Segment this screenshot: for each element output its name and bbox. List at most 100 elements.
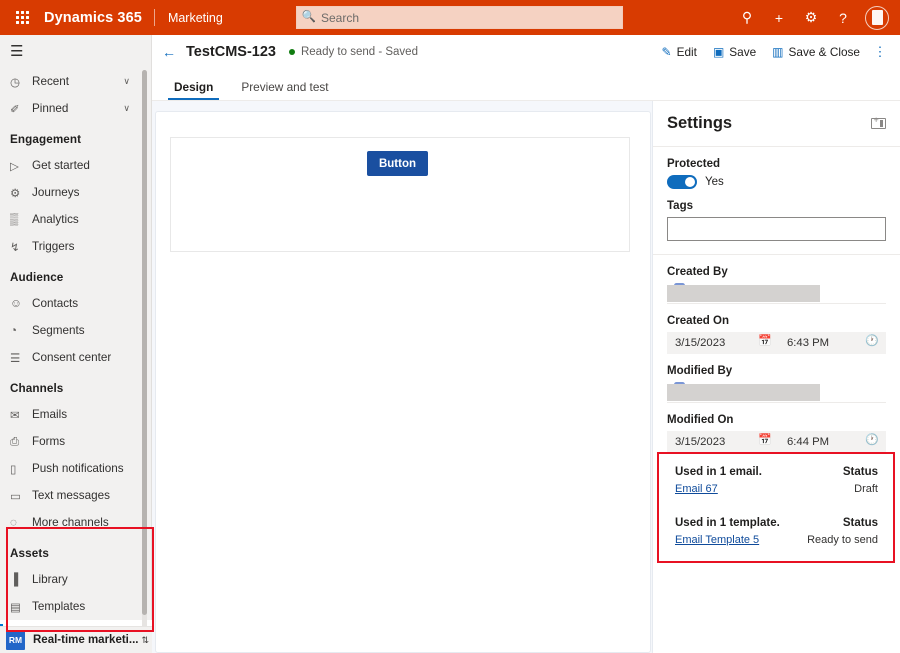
sidebar-item-analytics[interactable]: ▒ Analytics — [0, 206, 152, 233]
library-icon: ▐ — [10, 573, 32, 586]
forms-icon: ⎙ — [10, 435, 32, 449]
sidebar-item-pinned[interactable]: ✐ Pinned ∨ — [0, 95, 152, 122]
used-in-template-row: Email Template 5 Ready to send — [675, 534, 878, 546]
settings-panel: Settings Protected Yes Tags Created By C… — [652, 101, 900, 653]
modified-on-date-input[interactable]: 3/15/2023 📅 — [667, 431, 779, 453]
created-by-value[interactable] — [667, 283, 886, 304]
consent-icon: ☰ — [10, 351, 32, 365]
used-in-template-status: Ready to send — [807, 534, 878, 546]
save-button-label: Save — [729, 45, 756, 59]
sidebar-item-label: Library — [32, 573, 68, 586]
edit-button[interactable]: ✎ Edit — [654, 38, 705, 66]
modified-by-label: Modified By — [667, 365, 886, 377]
hamburger-icon: ☰ — [10, 44, 23, 59]
chevron-down-icon[interactable]: ∨ — [123, 76, 130, 87]
sidebar-item-label: Forms — [32, 435, 65, 448]
save-close-icon: ▥ — [772, 45, 783, 59]
used-in-email-row: Email 67 Draft — [675, 483, 878, 495]
save-and-close-button[interactable]: ▥ Save & Close — [764, 38, 868, 66]
nav-scrollbar[interactable] — [142, 70, 147, 648]
brand-title[interactable]: Dynamics 365 — [44, 10, 154, 26]
lightbulb-icon[interactable]: ⚲ — [732, 3, 762, 33]
cta-button[interactable]: Button — [367, 151, 428, 176]
avatar[interactable] — [860, 0, 894, 35]
clock-icon: 🕐 — [865, 336, 879, 347]
sidebar-item-emails[interactable]: ✉ Emails — [0, 401, 152, 428]
protected-toggle[interactable] — [667, 175, 697, 189]
used-in-template-link[interactable]: Email Template 5 — [675, 534, 759, 546]
page-title: TestCMS-123 — [186, 44, 276, 60]
tags-field: Tags — [653, 189, 900, 241]
sidebar-item-triggers[interactable]: ↯ Triggers — [0, 233, 152, 260]
used-in-email-link[interactable]: Email 67 — [675, 483, 718, 495]
segments-icon: ◔ — [10, 324, 32, 337]
app-root: Dynamics 365 Marketing 🔍 ⚲ + ⚙ ? ☰ ◷ Rec… — [0, 0, 900, 653]
sidebar-item-templates[interactable]: ▤ Templates — [0, 593, 152, 620]
modified-on-date-value: 3/15/2023 — [675, 436, 725, 448]
sidebar-item-recent[interactable]: ◷ Recent ∨ — [0, 68, 152, 95]
phone-icon: ▯ — [10, 462, 32, 476]
search-input[interactable] — [321, 11, 606, 25]
sidebar-item-journeys[interactable]: ⚙ Journeys — [0, 179, 152, 206]
nav-group-audience: Audience — [0, 260, 152, 290]
sidebar-item-label: Templates — [32, 600, 85, 613]
modified-on-time-input[interactable]: 6:44 PM 🕐 — [779, 431, 886, 453]
back-arrow-icon[interactable]: ← — [152, 44, 186, 60]
save-button[interactable]: ▣ Save — [705, 38, 764, 66]
sidebar-item-get-started[interactable]: ▷ Get started — [0, 152, 152, 179]
sidebar-item-label: More channels — [32, 516, 109, 529]
help-icon[interactable]: ? — [828, 3, 858, 33]
collapse-panel-icon[interactable] — [871, 118, 886, 129]
nav-group-assets: Assets — [0, 536, 152, 566]
sidebar-item-label: Contacts — [32, 297, 78, 310]
gear-icon[interactable]: ⚙ — [796, 3, 826, 33]
created-on-date-input[interactable]: 3/15/2023 📅 — [667, 332, 779, 354]
nav-collapse-icon[interactable]: ☰ — [0, 35, 151, 68]
plus-icon[interactable]: + — [764, 3, 794, 33]
top-bar-actions: ⚲ + ⚙ ? — [732, 0, 894, 35]
overflow-menu-icon[interactable]: ⋮ — [868, 44, 892, 60]
used-in-email-status: Draft — [854, 483, 878, 495]
journeys-icon: ⚙ — [10, 186, 32, 200]
left-navigation: ☰ ◷ Recent ∨ ✐ Pinned ∨ Engagement ▷ Get… — [0, 35, 152, 653]
used-in-email-title: Used in 1 email. — [675, 466, 762, 478]
tags-label: Tags — [667, 200, 886, 212]
command-bar: ← TestCMS-123 Ready to send - Saved ✎ Ed… — [152, 35, 900, 69]
used-in-section: Used in 1 email. Status Email 67 Draft U… — [667, 453, 886, 556]
modified-by-value[interactable] — [667, 382, 886, 403]
play-icon: ▷ — [10, 159, 32, 173]
used-in-status-header: Status — [843, 466, 878, 478]
sidebar-item-consent-center[interactable]: ☰ Consent center — [0, 344, 152, 371]
tab-design[interactable]: Design — [168, 80, 219, 100]
sidebar-item-library[interactable]: ▐ Library — [0, 566, 152, 593]
sidebar-item-push-notifications[interactable]: ▯ Push notifications — [0, 455, 152, 482]
sidebar-item-forms[interactable]: ⎙ Forms — [0, 428, 152, 455]
redaction-block — [667, 384, 820, 401]
app-launcher-icon[interactable] — [0, 0, 44, 35]
sidebar-item-label: Emails — [32, 408, 67, 421]
created-on-time-input[interactable]: 6:43 PM 🕐 — [779, 332, 886, 354]
app-switcher[interactable]: RM Real-time marketi... ⇅ — [0, 626, 152, 653]
sidebar-item-text-messages[interactable]: ▭ Text messages — [0, 482, 152, 509]
chevron-down-icon[interactable]: ∨ — [123, 103, 130, 114]
created-on-date-value: 3/15/2023 — [675, 337, 725, 349]
content-block-region[interactable]: Button — [170, 137, 630, 252]
sidebar-item-label: Push notifications — [32, 462, 124, 475]
created-by-label: Created By — [667, 266, 886, 278]
protected-label: Protected — [667, 158, 886, 170]
modified-on-field: Modified On 3/15/2023 📅 6:44 PM 🕐 — [653, 403, 900, 453]
modified-on-label: Modified On — [667, 414, 886, 426]
person-icon: ☺ — [10, 297, 32, 310]
global-search[interactable]: 🔍 — [296, 6, 623, 29]
sidebar-item-more-channels[interactable]: ◌ More channels — [0, 509, 152, 536]
triggers-icon: ↯ — [10, 240, 32, 254]
top-navigation-bar: Dynamics 365 Marketing 🔍 ⚲ + ⚙ ? — [0, 0, 900, 35]
tags-input[interactable] — [667, 217, 886, 241]
redaction-block — [667, 285, 820, 302]
sidebar-item-contacts[interactable]: ☺ Contacts — [0, 290, 152, 317]
nav-group-channels: Channels — [0, 371, 152, 401]
design-canvas[interactable]: Button — [155, 111, 651, 653]
sidebar-item-segments[interactable]: ◔ Segments — [0, 317, 152, 344]
tab-strip: Design Preview and test — [152, 69, 900, 101]
tab-preview-and-test[interactable]: Preview and test — [235, 80, 334, 100]
